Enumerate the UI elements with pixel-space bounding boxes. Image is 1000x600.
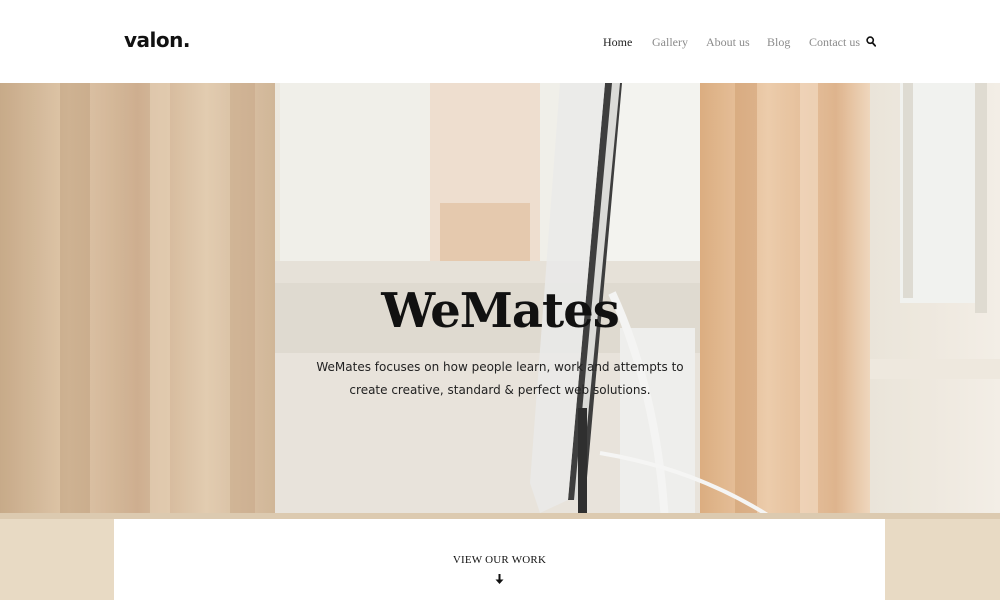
nav-home[interactable]: Home: [603, 35, 632, 50]
nav-contact-us[interactable]: Contact us: [809, 35, 860, 50]
view-our-work-link[interactable]: VIEW OUR WORK: [114, 554, 885, 566]
arrow-down-icon[interactable]: [494, 573, 505, 585]
hero-title: WeMates: [381, 283, 620, 339]
hero-description-line-2: create creative, standard & perfect web …: [349, 383, 651, 397]
nav-blog[interactable]: Blog: [767, 35, 790, 50]
content-card: VIEW OUR WORK: [114, 519, 885, 600]
site-header: valon. Home Gallery About us Blog Contac…: [0, 0, 1000, 83]
nav-gallery[interactable]: Gallery: [652, 35, 688, 50]
search-icon[interactable]: [866, 36, 876, 47]
main-nav: Home Gallery About us Blog Contact us: [0, 35, 1000, 51]
hero-description-line-1: WeMates focuses on how people learn, wor…: [316, 360, 684, 374]
nav-about-us[interactable]: About us: [706, 35, 750, 50]
